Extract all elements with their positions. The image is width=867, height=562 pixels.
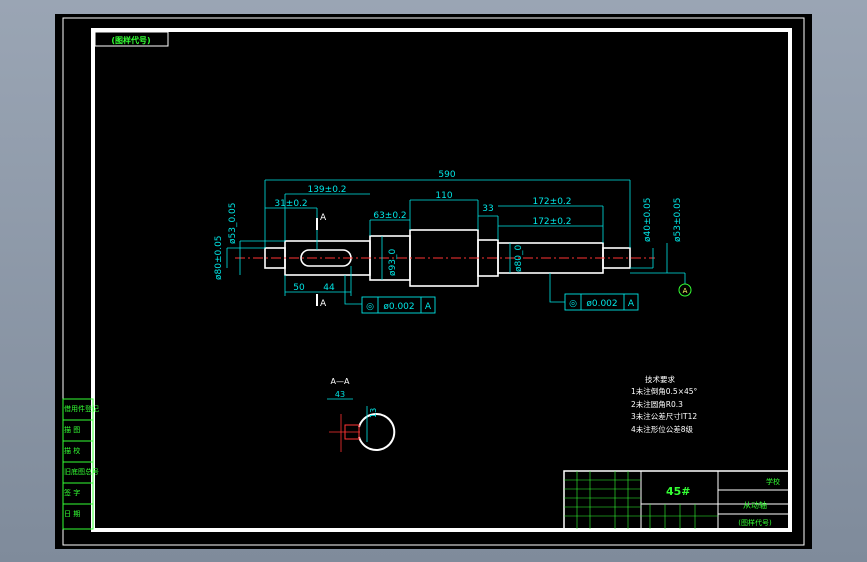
title-material: 45#: [666, 485, 691, 498]
tol-right-symbol: ◎: [569, 299, 577, 309]
tol-right-value: ø0.002: [586, 299, 617, 309]
drawing-viewport[interactable]: (图样代号) 借用件登记 描 图 描 校 旧底图总号 签 字 日 期 590 1…: [55, 14, 812, 549]
dim-139: 139±0.2: [307, 185, 346, 195]
dim-mid-dia-2: ø80_0: [514, 245, 524, 272]
dim-172-lower: 172±0.2: [532, 217, 571, 227]
dim-left-dia-1: ø53_0.05: [228, 203, 238, 245]
outer-frame: [62, 17, 805, 546]
tech-requirements: 技术要求 1未注倒角0.5×45° 2未注圆角R0.3 3未注公差尺寸IT12 …: [631, 374, 698, 434]
tech-item-0: 1未注倒角0.5×45°: [631, 386, 698, 396]
dim-right-dia-2: ø53±0.05: [673, 197, 683, 242]
section-mark-top: A: [320, 213, 327, 223]
title-school: 学校: [766, 477, 780, 486]
tolerance-frame-right: ◎ ø0.002 A: [564, 293, 639, 311]
tech-heading: 技术要求: [645, 374, 675, 384]
dim-110: 110: [435, 191, 452, 201]
section-mark-bottom: A: [320, 299, 327, 309]
left-strip-label-3: 旧底图总号: [64, 467, 99, 476]
dim-172-upper: 172±0.2: [532, 197, 571, 207]
tol-right-datum: A: [628, 299, 635, 309]
tech-item-2: 3未注公差尺寸IT12: [631, 411, 697, 421]
dim-31: 31±0.2: [274, 199, 307, 209]
title-part-name: 从动轴: [743, 500, 767, 510]
title-drawing-no: (图样代号): [738, 518, 772, 527]
dim-63: 63±0.2: [373, 211, 406, 221]
title-stamp-text: (图样代号): [111, 35, 150, 45]
left-strip-label-1: 描 图: [64, 425, 80, 434]
drawing-canvas: (图样代号) 借用件登记 描 图 描 校 旧底图总号 签 字 日 期 590 1…: [62, 17, 805, 546]
left-strip-label-2: 描 校: [64, 446, 80, 455]
dim-44: 44: [323, 283, 335, 293]
tol-left-symbol: ◎: [366, 302, 374, 312]
section-markers: A A: [316, 213, 327, 309]
tol-left-value: ø0.002: [383, 302, 414, 312]
left-strip-label-5: 日 期: [64, 510, 80, 518]
dim-right-dia-1: ø40±0.05: [643, 197, 653, 242]
tech-item-1: 2未注圆角R0.3: [631, 399, 683, 409]
tech-item-3: 4未注形位公差8级: [631, 424, 694, 434]
left-strip-label-0: 借用件登记: [64, 404, 99, 413]
dim-33: 33: [482, 204, 493, 214]
left-strip-label-4: 签 字: [64, 488, 80, 497]
section-width: 43: [335, 390, 345, 399]
dim-overall: 590: [438, 170, 455, 180]
datum-symbol: A: [678, 283, 692, 297]
dim-mid-dia-1: ø93_0: [388, 249, 398, 276]
title-block: 45# 学校 从动轴 (图样代号): [563, 470, 791, 530]
tolerance-frame-left: ◎ ø0.002 A: [361, 296, 436, 314]
inner-frame: [91, 28, 792, 532]
datum-letter: A: [683, 287, 688, 295]
tol-left-datum: A: [425, 302, 432, 312]
section-label: A—A: [331, 377, 350, 386]
section-depth: 13: [369, 408, 378, 418]
section-view: A—A 43 13: [327, 377, 396, 452]
dim-left-dia-2: ø80±0.05: [214, 235, 224, 280]
dim-50: 50: [293, 283, 305, 293]
